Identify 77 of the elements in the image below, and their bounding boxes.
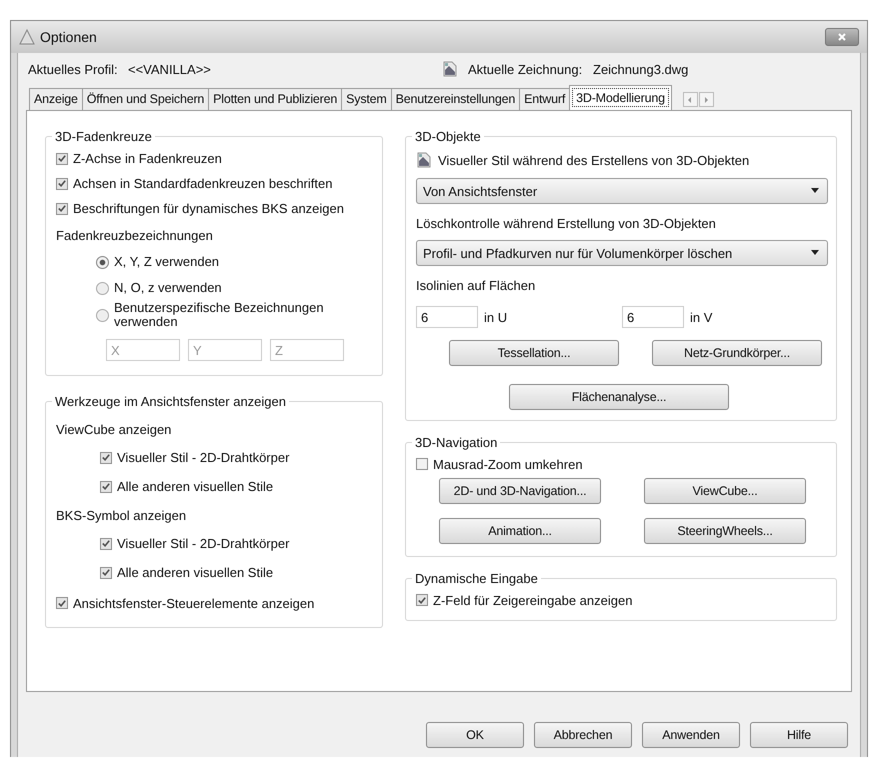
push-button[interactable]: Animation... (439, 518, 601, 544)
input-field[interactable]: 6 (416, 306, 478, 328)
section-heading: BKS-Symbol anzeigen (56, 506, 188, 525)
tab[interactable]: Öffnen und Speichern (82, 88, 210, 110)
checkbox-label: Alle anderen visuellen Stile (117, 479, 274, 494)
tab[interactable]: 3D-Modellierung (569, 85, 672, 110)
checkbox-label: Alle anderen visuellen Stile (117, 565, 274, 580)
group-title: 3D-Navigation (414, 435, 498, 450)
radio-label: N, O, z verwenden (114, 281, 223, 295)
radio-label: Benutzerspezifische Bezeichnungen verwenden (114, 301, 325, 329)
document-image-icon (442, 61, 458, 77)
checkbox[interactable] (56, 202, 68, 214)
field-unit: in U (484, 310, 508, 324)
tab[interactable]: Benutzereinstellungen (390, 88, 520, 110)
scroll-left-button[interactable] (682, 92, 698, 107)
checkbox-label: Beschriftungen für dynamisches BKS anzeigen (73, 201, 344, 216)
field-unit: in V (690, 310, 712, 324)
dropdown[interactable]: Profil- und Pfadkurven nur für Volumenkörper löschen (416, 240, 828, 266)
push-button[interactable]: 2D- und 3D-Navigation... (439, 478, 601, 504)
radio-button[interactable] (96, 308, 109, 322)
push-button[interactable]: Flächenanalyse... (509, 384, 729, 410)
caret-icon (811, 188, 819, 193)
left-arrow-icon (687, 96, 694, 102)
tab[interactable]: Anzeige (29, 88, 83, 110)
drawing-value: Zeichnung3.dwg (593, 62, 688, 76)
app-logo-icon (19, 29, 35, 45)
right-arrow-icon (703, 96, 710, 102)
group-title: 3D-Objekte (414, 129, 482, 144)
dialog-button[interactable]: OK (426, 722, 524, 748)
tab[interactable]: Plotten und Publizieren (208, 88, 342, 110)
field-label: Isolinien auf Flächen (416, 276, 536, 294)
radio-button[interactable] (96, 282, 109, 294)
dialog-button[interactable]: Anwenden (642, 722, 740, 748)
push-button[interactable]: Netz-Grundkörper... (652, 340, 822, 366)
group-title: Werkzeuge im Ansichtsfenster anzeigen (54, 394, 287, 409)
profile-label: Aktuelles Profil: (28, 62, 119, 76)
radio-button[interactable] (96, 256, 109, 268)
group-title: 3D-Fadenkreuze (54, 129, 153, 144)
section-heading: Fadenkreuzbezeichnungen (56, 226, 214, 245)
window-title: Optionen (40, 29, 98, 45)
checkbox-label: Z-Achse in Fadenkreuzen (73, 151, 222, 166)
checkbox[interactable] (56, 597, 68, 609)
push-button[interactable]: Tessellation... (449, 340, 619, 366)
checkbox[interactable] (100, 480, 112, 492)
document-image-icon (416, 152, 432, 168)
close-button[interactable] (825, 28, 859, 46)
scroll-right-button[interactable] (698, 92, 714, 107)
dropdown[interactable]: Von Ansichtsfenster (416, 178, 828, 204)
checkbox[interactable] (100, 452, 112, 464)
dialog-button[interactable]: Abbrechen (534, 722, 632, 748)
checkbox[interactable] (56, 152, 68, 164)
caret-icon (811, 250, 819, 255)
field-label: Löschkontrolle während Erstellung von 3D-Objekten (416, 214, 717, 233)
input-field[interactable]: 6 (622, 306, 684, 328)
tab[interactable]: Entwurf (519, 88, 570, 110)
field-label: Visueller Stil während des Erstellens von 3D-Objekten (438, 152, 750, 168)
drawing-label: Aktuelle Zeichnung: (468, 62, 584, 76)
checkbox-label: Mausrad-Zoom umkehren (433, 456, 583, 472)
checkbox-label: Ansichtsfenster-Steuerelemente anzeigen (73, 596, 314, 610)
radio-label: X, Y, Z verwenden (114, 255, 220, 269)
checkbox-label: Visueller Stil - 2D-Drahtkörper (117, 450, 290, 465)
checkbox-label: Achsen in Standardfadenkreuzen beschriften (73, 176, 332, 191)
checkbox[interactable] (416, 594, 428, 606)
tab[interactable]: System (341, 88, 392, 110)
close-icon (837, 32, 847, 42)
checkbox[interactable] (56, 178, 68, 190)
dialog-button[interactable]: Hilfe (750, 722, 848, 748)
checkbox[interactable] (100, 538, 112, 550)
profile-value: <<VANILLA>> (128, 62, 212, 76)
group-title: Dynamische Eingabe (414, 571, 539, 586)
push-button[interactable]: ViewCube... (644, 478, 806, 504)
push-button[interactable]: SteeringWheels... (644, 518, 806, 544)
checkbox[interactable] (416, 458, 428, 470)
section-heading: ViewCube anzeigen (56, 420, 172, 439)
checkbox-label: Z-Feld für Zeigereingabe anzeigen (433, 592, 632, 608)
checkbox-label: Visueller Stil - 2D-Drahtkörper (117, 536, 290, 551)
checkbox[interactable] (100, 566, 112, 578)
